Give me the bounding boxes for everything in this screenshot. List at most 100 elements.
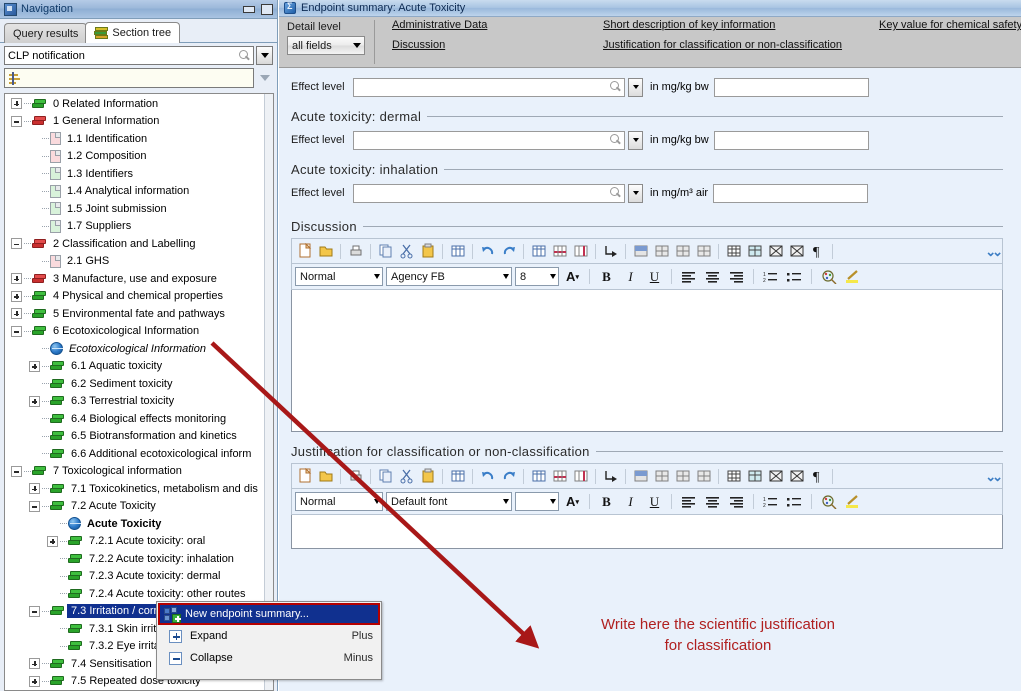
border-alt-icon[interactable]: [787, 467, 806, 486]
discussion-font-select[interactable]: Agency FB: [386, 267, 512, 286]
expand-icon[interactable]: [47, 535, 58, 547]
discussion-editor-content[interactable]: [291, 290, 1003, 432]
italic-icon[interactable]: I: [620, 267, 641, 286]
tree-item[interactable]: 1 General Information: [5, 113, 263, 131]
section-link[interactable]: Justification for classification or non-…: [603, 39, 842, 51]
align-left-icon[interactable]: [678, 267, 699, 286]
tree-item[interactable]: 5 Environmental fate and pathways: [5, 305, 263, 323]
context-menu-item-expand[interactable]: Expand Plus: [157, 625, 381, 647]
paste-icon[interactable]: [418, 242, 437, 261]
expand-icon[interactable]: [11, 273, 22, 285]
expand-icon[interactable]: [29, 658, 40, 670]
filter-box[interactable]: [4, 68, 254, 88]
tree-item[interactable]: 7.2.3 Acute toxicity: dermal: [5, 568, 263, 586]
copy-icon[interactable]: [376, 467, 395, 486]
tree-item[interactable]: 6.5 Biotransformation and kinetics: [5, 428, 263, 446]
restore-icon[interactable]: [260, 3, 273, 15]
tree-item[interactable]: 1.3 Identifiers: [5, 165, 263, 183]
insert-table-icon[interactable]: [529, 467, 548, 486]
cell-props-icon[interactable]: [652, 242, 671, 261]
tree-item[interactable]: 1.5 Joint submission: [5, 200, 263, 218]
cell-fill-icon[interactable]: [631, 242, 650, 261]
expand-icon[interactable]: [29, 675, 40, 687]
align-center-icon[interactable]: [702, 492, 723, 511]
discussion-style-select[interactable]: Normal: [295, 267, 383, 286]
collapse-icon[interactable]: [29, 500, 40, 512]
effect-level-input-oral[interactable]: [353, 77, 625, 97]
tree-item[interactable]: Acute Toxicity: [5, 515, 263, 533]
search-icon[interactable]: [610, 81, 622, 93]
grid-icon[interactable]: [724, 467, 743, 486]
table-header-icon[interactable]: [550, 467, 569, 486]
tree-item[interactable]: 1.2 Composition: [5, 148, 263, 166]
justification-font-select[interactable]: Default font: [386, 492, 512, 511]
numbered-list-icon[interactable]: 12: [760, 267, 781, 286]
highlight-icon[interactable]: [842, 267, 863, 286]
expand-icon[interactable]: [11, 98, 22, 110]
border-icon[interactable]: [766, 467, 785, 486]
table-column-icon[interactable]: [571, 467, 590, 486]
copy-icon[interactable]: [376, 242, 395, 261]
numbered-list-icon[interactable]: 12: [760, 492, 781, 511]
align-right-icon[interactable]: [726, 267, 747, 286]
insert-table-icon[interactable]: [529, 242, 548, 261]
effect-level-dropdown-inhalation[interactable]: [628, 183, 643, 203]
cut-icon[interactable]: [397, 242, 416, 261]
effect-level-input-dermal[interactable]: [353, 130, 625, 150]
expand-icon[interactable]: [29, 395, 40, 407]
grid-split-icon[interactable]: [745, 242, 764, 261]
column-props-icon[interactable]: [694, 242, 713, 261]
underline-icon[interactable]: U: [644, 267, 665, 286]
collapse-icon[interactable]: [11, 325, 22, 337]
effect-level-extra-input-dermal[interactable]: [713, 130, 869, 150]
border-alt-icon[interactable]: [787, 242, 806, 261]
tree-item[interactable]: 0 Related Information: [5, 95, 263, 113]
effect-level-dropdown-oral[interactable]: [628, 77, 643, 97]
collapse-icon[interactable]: [29, 605, 40, 617]
column-props-icon[interactable]: [694, 467, 713, 486]
search-dropdown-button[interactable]: [256, 46, 273, 65]
context-menu-item-new-endpoint-summary[interactable]: New endpoint summary...: [158, 603, 380, 625]
pilcrow-icon[interactable]: ¶: [808, 242, 827, 261]
section-link[interactable]: Short description of key information: [603, 19, 775, 31]
effect-level-extra-input-inhalation[interactable]: [713, 183, 869, 203]
tree-item[interactable]: 6.3 Terrestrial toxicity: [5, 393, 263, 411]
tree-item[interactable]: 6.4 Biological effects monitoring: [5, 410, 263, 428]
new-doc-icon[interactable]: [295, 242, 314, 261]
collapse-icon[interactable]: [11, 238, 22, 250]
collapse-icon[interactable]: [11, 465, 22, 477]
tree-item[interactable]: 4 Physical and chemical properties: [5, 288, 263, 306]
bullet-list-icon[interactable]: [784, 267, 805, 286]
cell-props-icon[interactable]: [652, 467, 671, 486]
section-link[interactable]: Administrative Data: [392, 19, 487, 31]
new-doc-icon[interactable]: [295, 467, 314, 486]
highlight-icon[interactable]: [842, 492, 863, 511]
tree-item[interactable]: 6 Ecotoxicological Information: [5, 323, 263, 341]
filter-dropdown-button[interactable]: [256, 68, 273, 88]
bullet-list-icon[interactable]: [784, 492, 805, 511]
tree-item[interactable]: 7.2 Acute Toxicity: [5, 498, 263, 516]
table-icon[interactable]: [448, 242, 467, 261]
italic-icon[interactable]: I: [620, 492, 641, 511]
open-folder-icon[interactable]: [316, 467, 335, 486]
discussion-size-select[interactable]: 8: [515, 267, 559, 286]
search-icon[interactable]: [610, 134, 622, 146]
indent-icon[interactable]: [601, 467, 620, 486]
table-column-icon[interactable]: [571, 242, 590, 261]
minimize-icon[interactable]: [242, 3, 255, 15]
indent-icon[interactable]: [601, 242, 620, 261]
undo-icon[interactable]: [478, 467, 497, 486]
cell-fill-icon[interactable]: [631, 467, 650, 486]
text-color-icon[interactable]: [818, 267, 839, 286]
tree-item[interactable]: 7.2.1 Acute toxicity: oral: [5, 533, 263, 551]
effect-level-dropdown-dermal[interactable]: [628, 130, 643, 150]
table-header-icon[interactable]: [550, 242, 569, 261]
justification-editor-content[interactable]: [291, 515, 1003, 549]
tab-query-results[interactable]: Query results: [4, 23, 88, 43]
justification-style-select[interactable]: Normal: [295, 492, 383, 511]
chevron-double-down-icon[interactable]: ⌄⌄: [985, 470, 1003, 483]
bold-icon[interactable]: B: [596, 492, 617, 511]
text-color-icon[interactable]: [818, 492, 839, 511]
font-size-grow-icon[interactable]: A ▾: [562, 492, 583, 511]
justification-size-select[interactable]: [515, 492, 559, 511]
